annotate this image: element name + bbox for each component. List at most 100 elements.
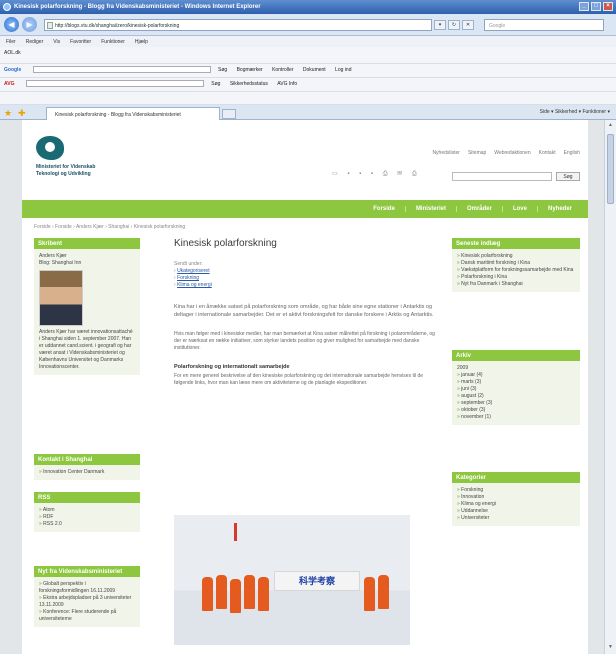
toplink-webeditor[interactable]: Webredaktionen xyxy=(494,150,530,156)
category-link[interactable]: Forskning xyxy=(457,487,575,494)
category-link[interactable]: Innovation xyxy=(457,494,575,501)
close-button[interactable]: × xyxy=(603,2,613,11)
breadcrumb[interactable]: Forside › Forside › Anders Kjær › Shangh… xyxy=(34,224,185,230)
news-item[interactable]: Konference: Flere studerende på universi… xyxy=(39,609,135,623)
page-tools[interactable]: ▭ ▪ ▪ ▪ ⎙ ✉ ⎙ xyxy=(332,170,421,178)
recent-post-link[interactable]: Kinesisk polarforskning xyxy=(457,253,575,260)
nav-love[interactable]: Love xyxy=(501,206,537,212)
toplink-contact[interactable]: Kontakt xyxy=(539,150,556,156)
rss-20-link[interactable]: RSS 2.0 xyxy=(39,521,135,528)
vertical-scrollbar[interactable]: ▲ ▼ xyxy=(604,120,616,654)
google-check-button[interactable]: Kontroller xyxy=(272,67,293,73)
rss-rdf-link[interactable]: RDF xyxy=(39,514,135,521)
author-bio: Anders Kjær har været innovationsattaché… xyxy=(39,329,133,370)
refresh-button[interactable]: ↻ xyxy=(448,20,460,30)
article-title: Kinesisk polarforskning xyxy=(174,238,277,249)
nav-forside[interactable]: Forside xyxy=(363,206,405,212)
person-figure xyxy=(202,577,213,611)
archive-title: Arkiv xyxy=(452,350,580,361)
toplink-english[interactable]: English xyxy=(564,150,580,156)
menu-help[interactable]: Hjælp xyxy=(135,39,148,47)
menu-tools[interactable]: Funktioner xyxy=(101,39,125,47)
toplink-sitemap[interactable]: Sitemap xyxy=(468,150,486,156)
google-docs-button[interactable]: Dokument xyxy=(303,67,326,73)
ministry-logo[interactable] xyxy=(36,136,64,160)
avg-search-input[interactable] xyxy=(25,80,204,87)
ministry-line-1: Ministeriet for Videnskab xyxy=(36,164,96,170)
minimize-button[interactable]: _ xyxy=(579,2,589,11)
recent-post-link[interactable]: Dansk maritimt forskning i Kina xyxy=(457,260,575,267)
go-dropdown-button[interactable]: ▾ xyxy=(434,20,446,30)
avg-search-button[interactable]: Søg xyxy=(211,81,220,87)
ie-logo-icon xyxy=(3,3,11,11)
archive-month-link[interactable]: juni (3) xyxy=(457,386,575,393)
aol-toolbar: AOL.dk xyxy=(0,47,616,64)
archive-month-link[interactable]: januar (4) xyxy=(457,372,575,379)
site-search-button[interactable]: Søg xyxy=(556,172,580,181)
stop-button[interactable]: ✕ xyxy=(462,20,474,30)
url-field[interactable]: http://blogs.vtu.dk/shanghai/zero/kinesi… xyxy=(44,19,432,31)
menu-file[interactable]: Filer xyxy=(6,39,16,47)
article-subheading: Polarforskning og internationalt samarbe… xyxy=(174,364,290,370)
archive-month-link[interactable]: august (2) xyxy=(457,393,575,400)
tab-active[interactable]: Kinesisk polarforskning - Blogg fra Vide… xyxy=(46,107,220,120)
new-tab-button[interactable] xyxy=(222,109,236,119)
favorites-star-icon[interactable]: ★ xyxy=(4,108,12,119)
site-search-input[interactable] xyxy=(452,172,552,181)
author-role: Blog: Shanghai Inn xyxy=(39,260,82,266)
aol-brand[interactable]: AOL.dk xyxy=(4,50,21,56)
rss-atom-link[interactable]: Atom xyxy=(39,507,135,514)
archive-month-link[interactable]: marts (3) xyxy=(457,379,575,386)
google-search-button[interactable]: Søg xyxy=(218,67,227,73)
scroll-thumb[interactable] xyxy=(607,134,614,204)
archive-month-link[interactable]: november (1) xyxy=(457,414,575,421)
main-nav: Forside Ministeriet Områder Love Nyheder xyxy=(22,200,588,218)
categories-box: Kategorier Forskning Innovation Klima og… xyxy=(452,472,580,526)
tag-link-klima[interactable]: Klima og energi xyxy=(177,282,212,288)
add-favorite-icon[interactable]: ✚ xyxy=(18,108,26,119)
person-figure xyxy=(258,577,269,611)
scroll-down-icon[interactable]: ▼ xyxy=(607,644,614,652)
category-link[interactable]: Universiteter xyxy=(457,515,575,522)
nav-omraader[interactable]: Områder xyxy=(455,206,502,212)
back-button[interactable]: ◀ xyxy=(4,17,19,32)
archive-month-link[interactable]: september (3) xyxy=(457,400,575,407)
nav-ministeriet[interactable]: Ministeriet xyxy=(404,206,456,212)
google-bookmarks-button[interactable]: Bogmærker xyxy=(237,67,263,73)
recent-post-link[interactable]: Nyt fra Danmark i Shanghai xyxy=(457,281,575,288)
google-toolbar: Google Søg Bogmærker Kontroller Dokument… xyxy=(0,64,616,78)
recent-post-link[interactable]: Vækstplatform for forskningssamarbejde m… xyxy=(457,267,575,274)
category-link[interactable]: Ukategoriseret xyxy=(177,268,210,274)
category-link[interactable]: Klima og energi xyxy=(457,501,575,508)
recent-post-link[interactable]: Polarforskning i Kina xyxy=(457,274,575,281)
tag-link-forskning[interactable]: Forskning xyxy=(177,275,199,281)
menu-view[interactable]: Vis xyxy=(53,39,60,47)
category-link[interactable]: Uddannelse xyxy=(457,508,575,515)
news-item[interactable]: Ekstra arbejdspladser på 3 universiteter… xyxy=(39,595,135,609)
expedition-banner: 科学考察 xyxy=(274,571,360,591)
menu-favorites[interactable]: Favoritter xyxy=(70,39,91,47)
news-item[interactable]: Globalt perspektiv i forskningsformidlin… xyxy=(39,581,135,595)
menu-edit[interactable]: Rediger xyxy=(26,39,44,47)
links-toolbar xyxy=(0,92,616,105)
scroll-up-icon[interactable]: ▲ xyxy=(607,122,614,130)
website: Ministeriet for Videnskab Teknologi og U… xyxy=(22,120,588,654)
avg-status-button[interactable]: Sikkerhedsstatus xyxy=(230,81,268,87)
nav-nyheder[interactable]: Nyheder xyxy=(536,206,582,212)
avg-brand: AVG xyxy=(4,81,15,87)
tab-label: Kinesisk polarforskning - Blogg fra Vide… xyxy=(55,112,181,118)
rss-box: RSS Atom RDF RSS 2.0 xyxy=(34,492,140,532)
avg-info-button[interactable]: AVG Info xyxy=(277,81,297,87)
person-figure xyxy=(230,579,241,613)
command-bar[interactable]: Side ▾ Sikkerhed ▾ Funktioner ▾ xyxy=(540,109,610,115)
maximize-button[interactable]: □ xyxy=(591,2,601,11)
google-signin-button[interactable]: Log ind xyxy=(335,67,351,73)
contact-link[interactable]: Innovation Center Danmark xyxy=(39,469,135,476)
article-meta: Sendt under: › Ukategoriseret › Forsknin… xyxy=(174,261,442,289)
google-search-input[interactable] xyxy=(32,66,211,73)
browser-search-input[interactable]: Google xyxy=(484,19,604,31)
toplink-newslists[interactable]: Nyhedslister xyxy=(432,150,460,156)
forward-button[interactable]: ▶ xyxy=(22,17,37,32)
contact-box: Kontakt i Shanghai Innovation Center Dan… xyxy=(34,454,140,480)
archive-month-link[interactable]: oktober (3) xyxy=(457,407,575,414)
